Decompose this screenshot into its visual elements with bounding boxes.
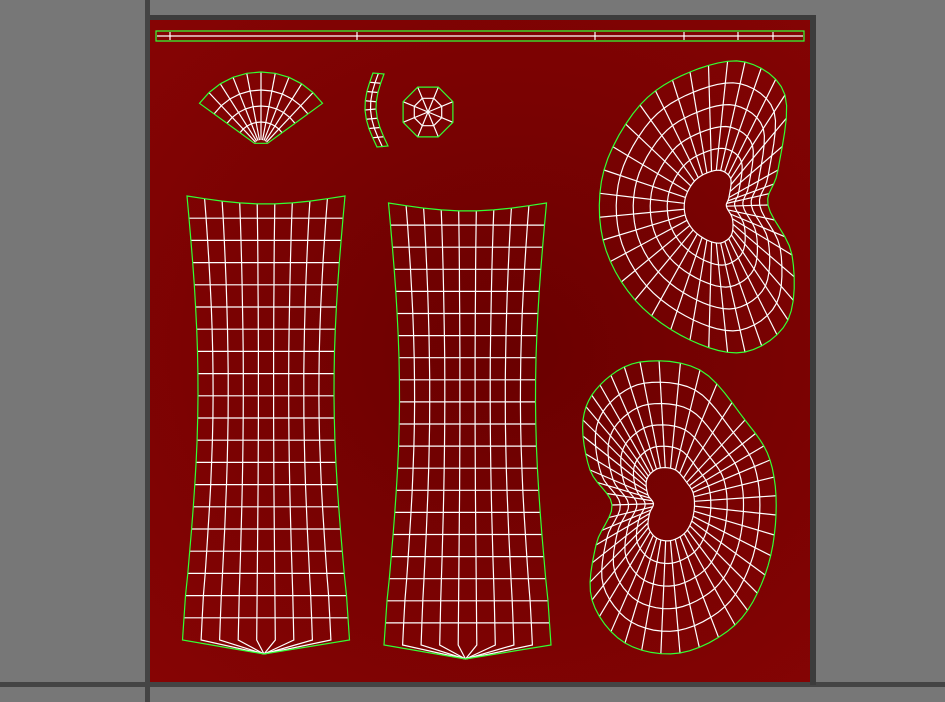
lower-bean-edge [694, 505, 777, 516]
right-tube-edge [465, 210, 478, 660]
upper-bean-edge [707, 65, 713, 172]
upper-bean-seam [598, 60, 795, 354]
left-tube-edge [200, 198, 265, 655]
uv-edges [157, 32, 803, 660]
lower-bean-edge [694, 495, 777, 502]
lower-bean-edge [639, 361, 662, 469]
upper-bean-edge [639, 104, 695, 182]
upper-bean-edge [729, 145, 783, 193]
left-tube-seam [181, 195, 351, 655]
lower-bean-edge [682, 402, 733, 479]
upper-bean-edge [730, 94, 786, 180]
upper-bean-edge [715, 61, 729, 171]
lower-bean-edge [658, 360, 666, 468]
lower-bean-edge [669, 540, 681, 654]
upper-bean-edge [726, 204, 769, 207]
lower-bean-edge [582, 419, 647, 483]
upper-bean-edge [727, 209, 775, 221]
lower-bean-edge [688, 433, 756, 487]
lower-bean-edge [669, 363, 681, 469]
upper-bean-edge [625, 123, 692, 187]
curved-strip-edge [364, 108, 377, 111]
upper-bean-edge [720, 61, 746, 171]
lower-bean-edge [591, 527, 649, 601]
right-tube-edge [465, 209, 496, 660]
left-tube-edge [256, 203, 265, 655]
upper-bean-edge [720, 242, 746, 353]
upper-bean-edge [599, 208, 685, 218]
left-tube-edge [263, 201, 314, 655]
upper-bean-edge [603, 169, 686, 199]
upper-bean-edge [708, 241, 713, 348]
curved-strip-edge [366, 117, 378, 120]
curved-strip-edge [369, 81, 381, 84]
right-tube-edge [401, 205, 466, 660]
lower-bean-edge [611, 503, 654, 506]
curved-strip-edge [366, 90, 378, 94]
upper-bean-edge [599, 192, 685, 204]
uv-mesh-layer[interactable] [0, 0, 945, 702]
curved-strip-edge [372, 136, 384, 139]
left-tube-edge [237, 202, 265, 655]
right-tube-edge [439, 209, 466, 660]
curved-strip-edge [368, 126, 380, 130]
left-tube-edge [263, 202, 295, 655]
upper-bean-edge [730, 213, 786, 238]
right-tube-edge [465, 208, 515, 660]
right-tube-seam [383, 202, 552, 660]
curved-strip-edge [365, 100, 377, 103]
left-tube-edge [263, 203, 276, 655]
upper-bean-edge [654, 90, 699, 178]
lower-bean-edge [686, 419, 746, 483]
upper-bean-edge [615, 82, 783, 332]
uv-seams [155, 30, 805, 660]
upper-bean-edge [612, 146, 688, 193]
upper-bean-edge [715, 242, 729, 353]
lower-bean-edge [660, 540, 667, 654]
right-tube-edge [457, 210, 467, 660]
